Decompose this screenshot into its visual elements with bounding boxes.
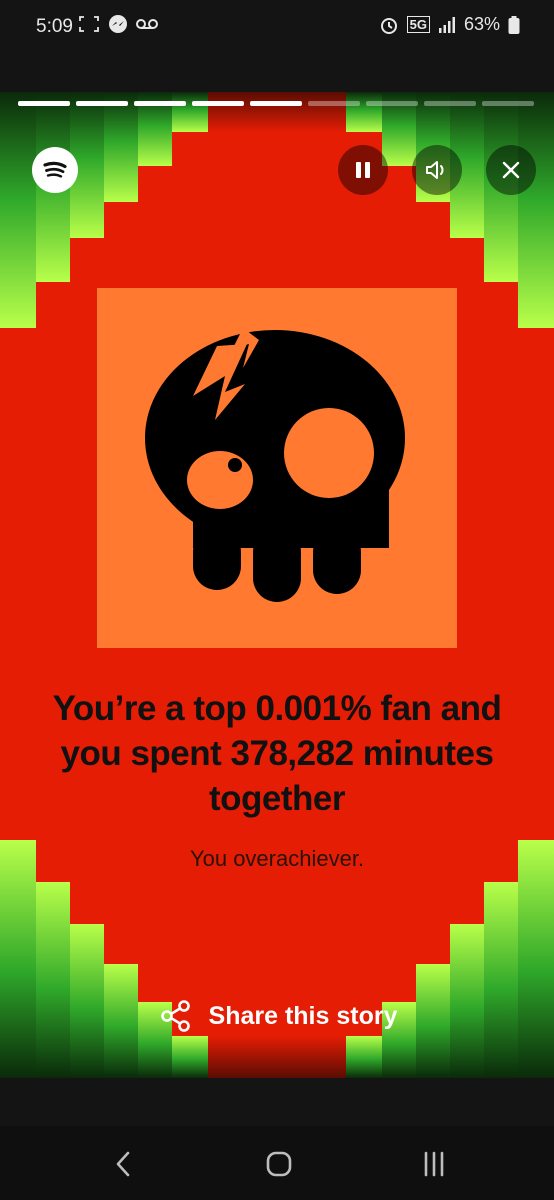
close-icon — [502, 161, 520, 179]
share-label: Share this story — [208, 1001, 398, 1030]
spotify-icon — [43, 161, 67, 178]
speaker-icon — [426, 161, 444, 179]
progress-segment — [308, 101, 360, 106]
network-type: 5G — [406, 16, 430, 33]
status-notification-icons — [78, 14, 158, 34]
progress-segment — [192, 101, 244, 106]
share-icon — [160, 1000, 190, 1032]
progress-segment — [134, 101, 186, 106]
status-time: 5:09 — [36, 16, 73, 37]
progress-segment — [424, 101, 476, 106]
skull-icon — [145, 328, 405, 602]
voicemail-icon — [136, 19, 158, 29]
status-system-icons: 5G 63% — [379, 14, 520, 35]
pause-icon — [356, 162, 370, 178]
share-story-button[interactable]: Share this story — [150, 995, 406, 1037]
battery-icon — [508, 15, 520, 34]
home-button[interactable] — [259, 1146, 299, 1182]
skull-artwork — [97, 288, 457, 648]
stat-headline: You’re a top 0.001% fan and you spent 37… — [20, 686, 534, 821]
headline-line-3: together — [209, 779, 346, 818]
home-icon — [266, 1151, 292, 1177]
battery-percent: 63% — [463, 14, 500, 34]
progress-segment — [250, 101, 302, 106]
progress-segment — [482, 101, 534, 106]
headline-line-2: you spent 378,282 minutes — [60, 734, 494, 773]
progress-segment — [18, 101, 70, 106]
alarm-icon — [380, 17, 397, 34]
back-button[interactable] — [104, 1146, 144, 1182]
pause-button[interactable] — [338, 145, 388, 195]
screenshot-icon — [79, 16, 99, 32]
progress-segment — [76, 101, 128, 106]
progress-segment — [366, 101, 418, 106]
close-button[interactable] — [486, 145, 536, 195]
status-bar: 5:09 5G 63% — [0, 0, 554, 58]
recents-button[interactable] — [414, 1146, 454, 1182]
headline-line-1: You’re a top 0.001% fan and — [52, 689, 502, 728]
stat-subtitle: You overachiever. — [189, 846, 365, 871]
spotify-logo — [32, 147, 78, 193]
system-nav-bar — [0, 1126, 554, 1200]
messenger-icon — [109, 15, 127, 33]
signal-icon — [438, 16, 455, 33]
recents-icon — [424, 1151, 444, 1177]
back-icon — [116, 1151, 130, 1177]
story-progress-bar — [18, 101, 534, 106]
mute-button[interactable] — [412, 145, 462, 195]
